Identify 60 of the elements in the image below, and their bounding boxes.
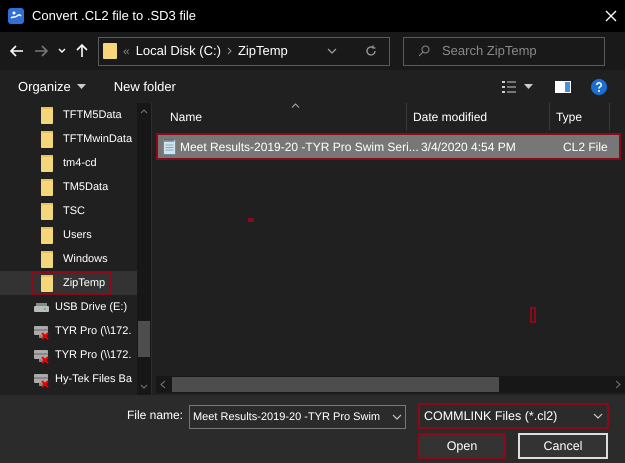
- up-arrow-icon[interactable]: [76, 44, 88, 58]
- app-icon: [8, 8, 24, 24]
- search-field[interactable]: Search ZipTemp: [403, 36, 605, 66]
- search-placeholder: Search ZipTemp: [442, 42, 537, 60]
- sidebar-item[interactable]: Hy-Tek Files Ba: [23, 367, 138, 391]
- sidebar-item[interactable]: TYR Pro (\\172.: [23, 319, 138, 343]
- scrollbar-thumb[interactable]: [138, 321, 150, 357]
- highlight-mark: [530, 307, 536, 323]
- sidebar-item[interactable]: Windows: [31, 247, 114, 271]
- preview-pane-icon[interactable]: [555, 80, 571, 92]
- chevron-down-icon[interactable]: [327, 48, 337, 54]
- scrollbar[interactable]: [156, 376, 625, 393]
- column-header[interactable]: Date modified: [407, 103, 550, 130]
- scroll-up-icon[interactable]: [140, 109, 148, 114]
- sidebar-item[interactable]: USB Drive (E:): [23, 295, 134, 319]
- file-name-label: File name:: [126, 407, 183, 424]
- open-button[interactable]: Open: [418, 433, 506, 459]
- new-folder-button[interactable]: New folder: [114, 76, 176, 96]
- scroll-right-icon[interactable]: [615, 380, 621, 389]
- document-icon: [163, 138, 176, 154]
- highlight-mark: [248, 218, 254, 222]
- column-header[interactable]: Type: [550, 103, 610, 130]
- chevron-down-icon[interactable]: [593, 413, 603, 419]
- refresh-icon[interactable]: [365, 45, 377, 57]
- forward-arrow-icon[interactable]: [34, 45, 48, 57]
- sidebar-item[interactable]: TFTMwinData: [31, 127, 138, 151]
- sidebar-item[interactable]: TYR Pro (\\172.: [23, 343, 138, 367]
- caret-icon: [76, 84, 86, 89]
- chevron-down-icon[interactable]: [392, 414, 402, 420]
- scrollbar-thumb[interactable]: [172, 377, 499, 392]
- cancel-button[interactable]: Cancel: [518, 433, 608, 459]
- breadcrumb[interactable]: Local Disk (C:): [136, 41, 221, 61]
- caret-icon[interactable]: [524, 84, 533, 89]
- help-icon[interactable]: [591, 78, 607, 94]
- file-row[interactable]: Meet Results-2019-20 -TYR Pro Swim Seri... 3/4/2020 4:54 PM CL2 File: [156, 133, 621, 160]
- close-icon[interactable]: [605, 10, 617, 22]
- view-options-icon[interactable]: [502, 80, 516, 92]
- column-header[interactable]: Name: [152, 103, 407, 130]
- breadcrumb[interactable]: ZipTemp: [238, 41, 288, 61]
- scroll-down-icon[interactable]: [140, 384, 148, 389]
- folder-icon: [103, 42, 117, 60]
- sidebar-item[interactable]: TFTM5Data: [31, 103, 128, 127]
- overflow-chevron[interactable]: «: [123, 42, 130, 60]
- back-arrow-icon[interactable]: [10, 45, 24, 57]
- file-type: CL2 File: [562, 138, 608, 156]
- sidebar-item[interactable]: tm4-cd: [31, 151, 103, 175]
- window-title: Convert .CL2 file to .SD3 file: [32, 7, 198, 26]
- scroll-left-icon[interactable]: [160, 380, 166, 389]
- file-type-dropdown[interactable]: COMMLINK Files (*.cl2): [418, 403, 609, 429]
- file-name-field[interactable]: Meet Results-2019-20 -TYR Pro Swim: [189, 405, 406, 429]
- breadcrumb-chevron-icon[interactable]: [226, 47, 232, 55]
- search-icon: [418, 45, 430, 57]
- address-bar[interactable]: « Local Disk (C:) ZipTemp: [98, 36, 390, 66]
- sidebar-item[interactable]: TSC: [31, 199, 91, 223]
- sidebar-item[interactable]: Users: [31, 223, 98, 247]
- sidebar-item[interactable]: TM5Data: [31, 175, 114, 199]
- sidebar-item[interactable]: ZipTemp: [31, 271, 112, 295]
- scrollbar[interactable]: [137, 103, 151, 395]
- sort-caret-icon: [291, 103, 300, 108]
- organize-button[interactable]: Organize: [18, 76, 86, 96]
